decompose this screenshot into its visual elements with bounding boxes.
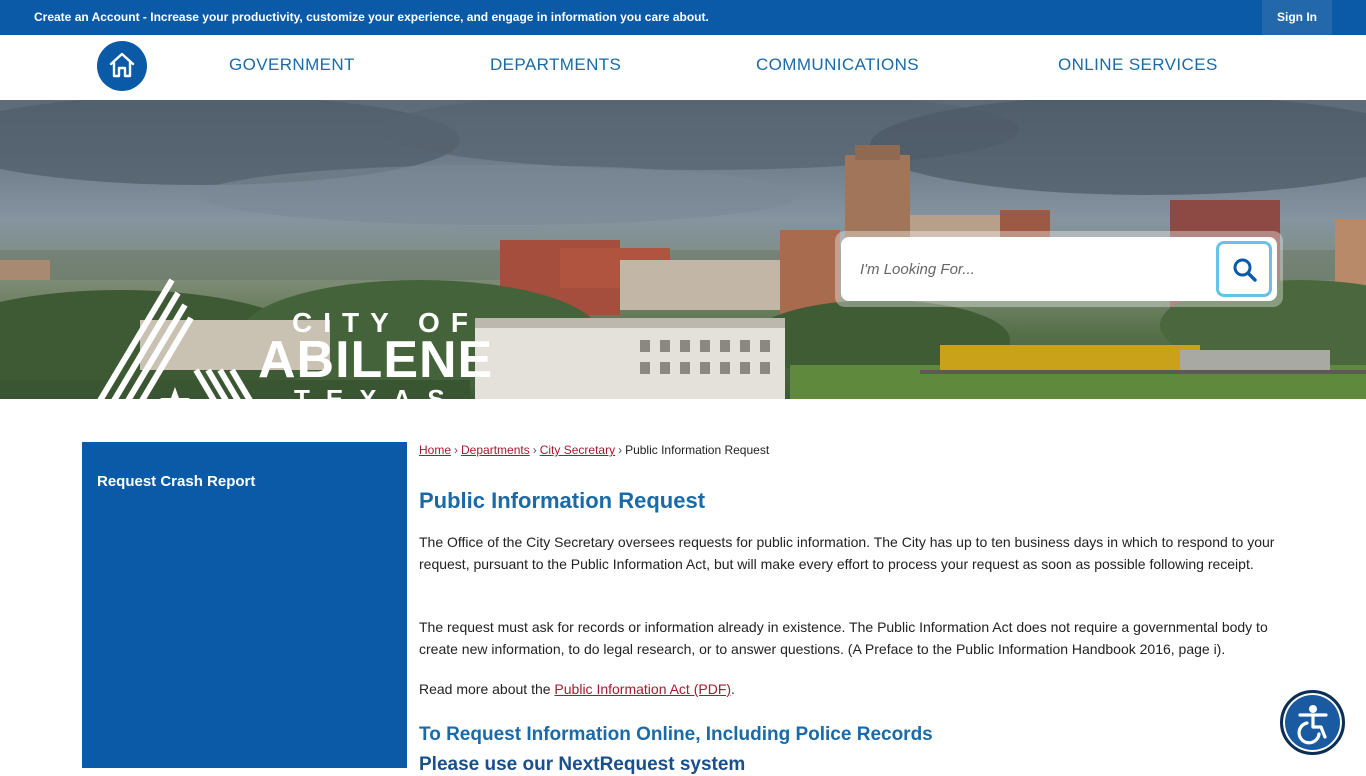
main-nav: GOVERNMENT DEPARTMENTS COMMUNICATIONS ON… [0,35,1366,100]
home-icon [109,52,135,78]
breadcrumb-city-secretary[interactable]: City Secretary [540,443,615,457]
search-box [835,231,1283,307]
create-account-link[interactable]: Create an Account - Increase your produc… [34,10,709,24]
nextrequest-heading: Please use our NextRequest system [419,754,746,775]
read-more-prefix: Read more about the [419,681,555,697]
nav-departments[interactable]: DEPARTMENTS [490,55,621,75]
intro-paragraph: The Office of the City Secretary oversee… [419,534,1275,572]
breadcrumb-current: Public Information Request [625,443,770,457]
nav-online-services[interactable]: ONLINE SERVICES [1058,55,1218,75]
accessibility-icon [1297,705,1328,745]
nav-communications[interactable]: COMMUNICATIONS [756,55,919,75]
home-button[interactable] [97,41,147,91]
city-logo-mark [97,278,253,399]
search-input[interactable] [841,237,1277,301]
accessibility-button[interactable] [1280,690,1345,755]
read-more-suffix: . [731,681,735,697]
logo-state: TEXAS [294,384,461,399]
read-more-paragraph: Read more about the Public Information A… [419,679,1281,701]
breadcrumb-separator: › [532,443,537,457]
breadcrumb-separator: › [454,443,459,457]
logo-name: ABILENE [258,331,494,389]
public-information-act-link[interactable]: Public Information Act (PDF) [554,681,731,697]
breadcrumb: Home › Departments › City Secretary › Public I… [419,443,769,457]
sidebar-nav: Request Crash Report [82,442,407,768]
breadcrumb-home[interactable]: Home [419,443,451,457]
search-button[interactable] [1216,241,1272,297]
breadcrumb-departments[interactable]: Departments [461,443,530,457]
page-title: Public Information Request [419,488,706,513]
requirements-paragraph: The request must ask for records or info… [419,619,1268,657]
sidebar-item-request-crash-report[interactable]: Request Crash Report [97,473,255,490]
search-icon [1233,258,1257,282]
nav-government[interactable]: GOVERNMENT [229,55,355,75]
online-request-heading: To Request Information Online, Including… [419,724,933,745]
account-bar: Create an Account - Increase your produc… [0,0,1366,35]
breadcrumb-separator: › [618,443,623,457]
sign-in-button[interactable]: Sign In [1262,0,1332,35]
